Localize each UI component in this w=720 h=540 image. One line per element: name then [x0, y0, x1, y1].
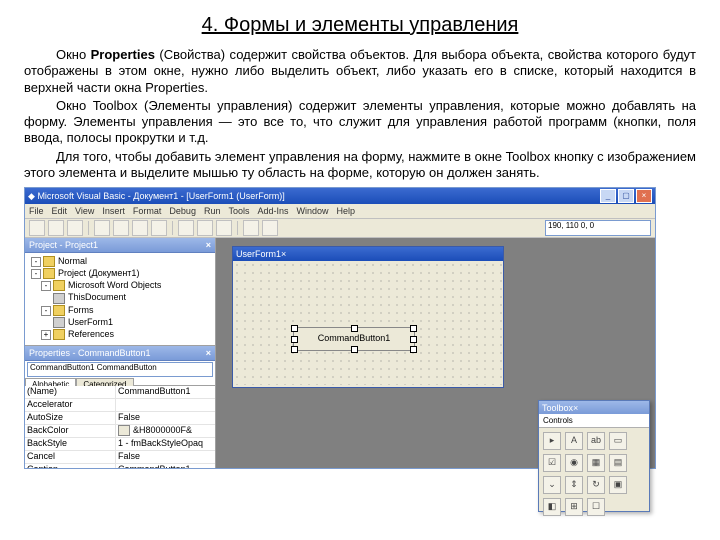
window-title: Microsoft Visual Basic - Документ1 - [Us…: [37, 191, 284, 201]
toolbar-btn[interactable]: [243, 220, 259, 236]
property-grid[interactable]: (Name)CommandButton1AcceleratorAutoSizeF…: [25, 386, 215, 468]
menu-item[interactable]: Edit: [52, 206, 68, 216]
toolbar-btn[interactable]: [178, 220, 194, 236]
object-selector[interactable]: CommandButton1 CommandButton: [27, 362, 213, 377]
location-box[interactable]: 190, 110 0, 0: [545, 220, 651, 236]
menu-item[interactable]: View: [75, 206, 94, 216]
toolbar-btn[interactable]: [67, 220, 83, 236]
toolbox-control-icon[interactable]: ▤: [609, 454, 627, 472]
tree-node[interactable]: UserForm1: [27, 316, 213, 328]
panel-close-icon[interactable]: ×: [206, 240, 211, 250]
maximize-button[interactable]: ▢: [618, 189, 634, 203]
section-heading: 4. Формы и элементы управления: [24, 14, 696, 37]
userform-window[interactable]: UserForm1 × CommandButton1: [232, 246, 504, 388]
paragraph-1: Окно Properties (Свойства) содержит свой…: [24, 47, 696, 96]
tree-node[interactable]: ThisDocument: [27, 291, 213, 303]
menu-item[interactable]: Format: [133, 206, 162, 216]
menu-item[interactable]: Insert: [102, 206, 125, 216]
tree-node[interactable]: -Microsoft Word Objects: [27, 279, 213, 291]
toolbar-btn[interactable]: [29, 220, 45, 236]
toolbox-title: Toolbox: [542, 403, 573, 413]
toolbar-btn[interactable]: [151, 220, 167, 236]
tree-node[interactable]: -Forms: [27, 304, 213, 316]
menu-item[interactable]: Debug: [169, 206, 196, 216]
toolbar-btn[interactable]: [132, 220, 148, 236]
toolbox-control-icon[interactable]: ▣: [609, 476, 627, 494]
command-button[interactable]: CommandButton1: [293, 327, 415, 351]
menu-item[interactable]: Add-Ins: [257, 206, 288, 216]
menu-item[interactable]: Help: [337, 206, 356, 216]
toolbox-control-icon[interactable]: ◉: [565, 454, 583, 472]
toolbar-btn[interactable]: [216, 220, 232, 236]
property-row[interactable]: AutoSizeFalse: [25, 412, 215, 425]
property-row[interactable]: (Name)CommandButton1: [25, 386, 215, 399]
close-button[interactable]: ×: [636, 189, 652, 203]
app-icon: ◆: [28, 191, 35, 202]
menubar: File Edit View Insert Format Debug Run Tools Add…: [25, 204, 655, 219]
toolbar-btn[interactable]: [197, 220, 213, 236]
project-panel-title: Project - Project1×: [25, 238, 215, 253]
paragraph-3: Для того, чтобы добавить элемент управле…: [24, 149, 696, 182]
toolbox-control-icon[interactable]: ↻: [587, 476, 605, 494]
toolbar-btn[interactable]: [48, 220, 64, 236]
toolbox-window[interactable]: Toolbox × Controls ▸Aab▭☑◉▦▤⌄⇕↻▣◧⊞☐: [538, 400, 650, 512]
menu-item[interactable]: Run: [204, 206, 221, 216]
titlebar: ◆ Microsoft Visual Basic - Документ1 - […: [25, 188, 655, 204]
property-row[interactable]: CaptionCommandButton1: [25, 464, 215, 468]
toolbox-control-icon[interactable]: ▦: [587, 454, 605, 472]
menu-item[interactable]: Tools: [228, 206, 249, 216]
toolbox-control-icon[interactable]: ⌄: [543, 476, 561, 494]
toolbox-control-icon[interactable]: ▭: [609, 432, 627, 450]
paragraph-2: Окно Toolbox (Элементы управления) содер…: [24, 98, 696, 147]
property-row[interactable]: BackStyle1 - fmBackStyleOpaq: [25, 438, 215, 451]
toolbar: 190, 110 0, 0: [25, 219, 655, 238]
menu-item[interactable]: Window: [297, 206, 329, 216]
tree-node[interactable]: -Normal: [27, 255, 213, 267]
form-title: UserForm1: [236, 249, 281, 259]
toolbox-control-icon[interactable]: ab: [587, 432, 605, 450]
toolbar-btn[interactable]: [94, 220, 110, 236]
property-row[interactable]: Accelerator: [25, 399, 215, 412]
project-tree[interactable]: -Normal-Project (Документ1)-Microsoft Wo…: [25, 253, 215, 346]
toolbox-control-icon[interactable]: ▸: [543, 432, 561, 450]
toolbox-control-icon[interactable]: ☐: [587, 498, 605, 516]
property-row[interactable]: BackColor&H8000000F&: [25, 425, 215, 438]
toolbox-control-icon[interactable]: ⊞: [565, 498, 583, 516]
toolbox-control-icon[interactable]: ☑: [543, 454, 561, 472]
toolbox-tab[interactable]: Controls: [539, 414, 649, 428]
toolbox-control-icon[interactable]: ⇕: [565, 476, 583, 494]
menu-item[interactable]: File: [29, 206, 44, 216]
form-close-icon[interactable]: ×: [281, 249, 286, 259]
ide-screenshot: ◆ Microsoft Visual Basic - Документ1 - […: [24, 187, 656, 469]
properties-panel-title: Properties - CommandButton1×: [25, 346, 215, 361]
tree-node[interactable]: +References: [27, 328, 213, 340]
toolbar-btn[interactable]: [262, 220, 278, 236]
tree-node[interactable]: -Project (Документ1): [27, 267, 213, 279]
toolbox-control-icon[interactable]: A: [565, 432, 583, 450]
toolbar-btn[interactable]: [113, 220, 129, 236]
minimize-button[interactable]: _: [600, 189, 616, 203]
panel-close-icon[interactable]: ×: [206, 348, 211, 358]
toolbox-close-icon[interactable]: ×: [573, 403, 578, 413]
toolbox-control-icon[interactable]: ◧: [543, 498, 561, 516]
property-row[interactable]: CancelFalse: [25, 451, 215, 464]
form-designer[interactable]: UserForm1 × CommandButton1 Toolbox: [216, 238, 655, 468]
